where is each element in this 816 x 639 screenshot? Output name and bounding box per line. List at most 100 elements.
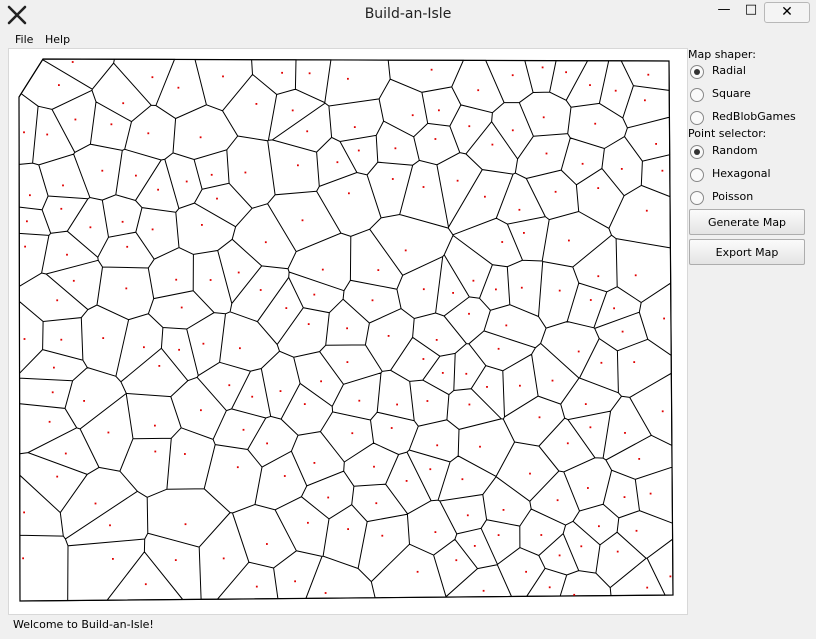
- site-point: [580, 545, 583, 548]
- hexagonal-radio-icon[interactable]: [690, 168, 704, 182]
- site-point: [199, 136, 202, 139]
- radial-radio-icon[interactable]: [690, 65, 704, 79]
- maximize-icon[interactable]: □: [740, 2, 762, 22]
- map-canvas[interactable]: [8, 48, 688, 615]
- site-point: [377, 269, 380, 271]
- site-point: [589, 426, 592, 429]
- menu-file[interactable]: File: [15, 33, 33, 46]
- site-point: [126, 245, 129, 248]
- site-point: [336, 161, 339, 164]
- site-point: [306, 130, 309, 133]
- site-point: [589, 299, 592, 301]
- site-point: [633, 361, 636, 363]
- site-point: [511, 74, 514, 77]
- site-point: [259, 289, 262, 291]
- poisson-radio-icon[interactable]: [690, 191, 704, 205]
- site-point: [72, 279, 75, 282]
- site-point: [577, 350, 580, 353]
- site-point: [320, 380, 322, 383]
- site-point: [371, 299, 374, 302]
- site-point: [482, 589, 485, 592]
- site-point: [614, 89, 617, 92]
- site-point: [584, 403, 587, 405]
- site-point: [24, 245, 26, 248]
- menu-bar: File Help: [0, 31, 816, 48]
- site-point: [353, 126, 356, 128]
- square-radio-icon[interactable]: [690, 88, 704, 102]
- site-point: [540, 534, 543, 536]
- site-point: [621, 330, 624, 333]
- export-map-button[interactable]: Export Map: [689, 239, 805, 265]
- site-point: [147, 132, 150, 135]
- site-point: [434, 138, 437, 140]
- site-point: [154, 424, 156, 427]
- site-point: [495, 288, 497, 291]
- site-point: [411, 114, 414, 117]
- site-point: [239, 347, 241, 350]
- site-point: [381, 534, 384, 537]
- site-point: [373, 465, 375, 468]
- site-point: [307, 323, 310, 325]
- site-point: [158, 365, 161, 367]
- site-point: [101, 169, 104, 172]
- site-point: [620, 168, 623, 170]
- site-point: [486, 386, 488, 388]
- site-point: [647, 73, 650, 76]
- site-point: [649, 492, 652, 495]
- site-point: [661, 410, 664, 413]
- site-point: [519, 384, 521, 387]
- site-point: [554, 190, 557, 193]
- site-point: [46, 133, 49, 136]
- site-point: [62, 184, 64, 187]
- site-point: [422, 288, 425, 291]
- site-point: [151, 76, 154, 79]
- site-point: [347, 77, 349, 80]
- site-point: [624, 432, 626, 434]
- minimize-icon[interactable]: —: [713, 2, 735, 22]
- site-point: [551, 379, 554, 382]
- site-point: [435, 339, 438, 341]
- site-point: [491, 143, 494, 146]
- site-point: [121, 220, 124, 223]
- map-shaper-label: Map shaper:: [688, 48, 756, 61]
- site-point: [581, 162, 584, 165]
- site-point: [634, 274, 637, 277]
- site-point: [23, 131, 25, 134]
- site-point: [200, 409, 202, 412]
- site-point: [177, 86, 180, 89]
- close-icon[interactable]: ✕: [764, 2, 810, 23]
- site-point: [209, 279, 212, 281]
- site-point: [281, 71, 283, 74]
- site-point: [422, 358, 425, 360]
- site-point: [83, 400, 85, 402]
- site-point: [430, 68, 433, 71]
- site-point: [303, 403, 306, 405]
- site-point: [228, 384, 231, 387]
- site-point: [255, 585, 258, 588]
- site-point: [523, 232, 525, 234]
- site-point: [484, 195, 486, 198]
- menu-help-label: Help: [45, 33, 71, 46]
- site-point: [566, 442, 569, 445]
- site-point: [497, 534, 500, 536]
- site-point: [154, 450, 157, 453]
- site-point: [587, 487, 589, 489]
- site-point: [468, 403, 471, 406]
- random-radio-icon[interactable]: [690, 145, 704, 159]
- menu-help[interactable]: Help: [45, 33, 70, 46]
- site-point: [538, 416, 541, 419]
- site-point: [210, 173, 213, 176]
- site-point: [348, 192, 350, 195]
- site-point: [242, 428, 245, 431]
- site-point: [594, 122, 597, 125]
- generate-map-button[interactable]: Generate Map: [689, 209, 805, 235]
- site-point: [663, 317, 665, 320]
- site-point: [294, 580, 296, 583]
- site-point: [597, 275, 600, 278]
- site-point: [375, 502, 378, 505]
- redblobgames-radio-icon[interactable]: [690, 111, 704, 125]
- site-point: [56, 475, 59, 478]
- site-point: [436, 444, 439, 447]
- site-point: [511, 129, 514, 132]
- site-point: [22, 557, 24, 560]
